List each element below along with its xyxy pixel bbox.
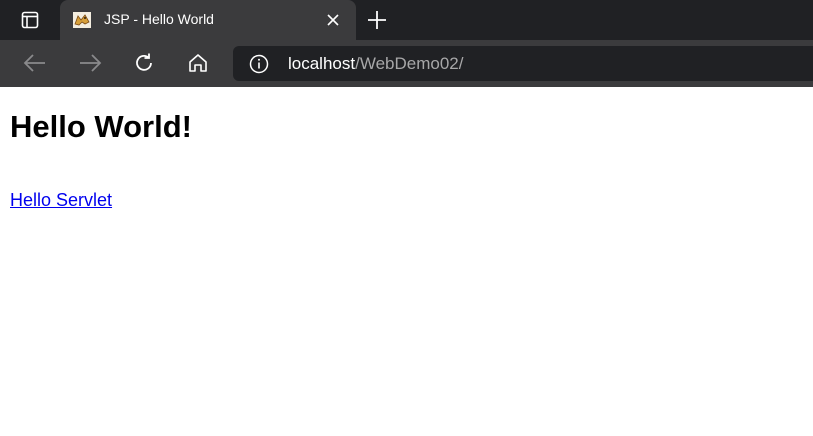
url-text: localhost/WebDemo02/	[288, 54, 463, 74]
tab-actions-icon	[21, 11, 39, 29]
home-button[interactable]	[185, 51, 211, 75]
tab-actions-button[interactable]	[12, 8, 48, 32]
address-bar[interactable]: localhost/WebDemo02/	[233, 46, 813, 81]
home-icon	[189, 54, 207, 72]
info-icon[interactable]	[249, 54, 269, 74]
tomcat-icon	[73, 12, 91, 28]
hello-servlet-link[interactable]: Hello Servlet	[10, 190, 112, 211]
plus-icon[interactable]	[366, 9, 388, 31]
page-heading: Hello World!	[10, 109, 192, 144]
tab-title: JSP - Hello World	[104, 11, 214, 27]
page-content: Hello World! Hello Servlet	[0, 87, 813, 436]
close-icon[interactable]	[324, 11, 342, 29]
url-host: localhost	[288, 54, 356, 73]
back-arrow-icon	[23, 54, 45, 72]
tab-strip: JSP - Hello World	[0, 0, 813, 40]
url-path: /WebDemo02/	[355, 54, 464, 73]
back-button[interactable]	[22, 51, 48, 75]
browser-tab[interactable]: JSP - Hello World	[60, 0, 356, 40]
forward-button[interactable]	[77, 51, 103, 75]
reload-button[interactable]	[131, 51, 157, 75]
browser-toolbar: localhost/WebDemo02/	[0, 40, 813, 87]
reload-icon	[136, 53, 152, 71]
forward-arrow-icon	[80, 54, 102, 72]
